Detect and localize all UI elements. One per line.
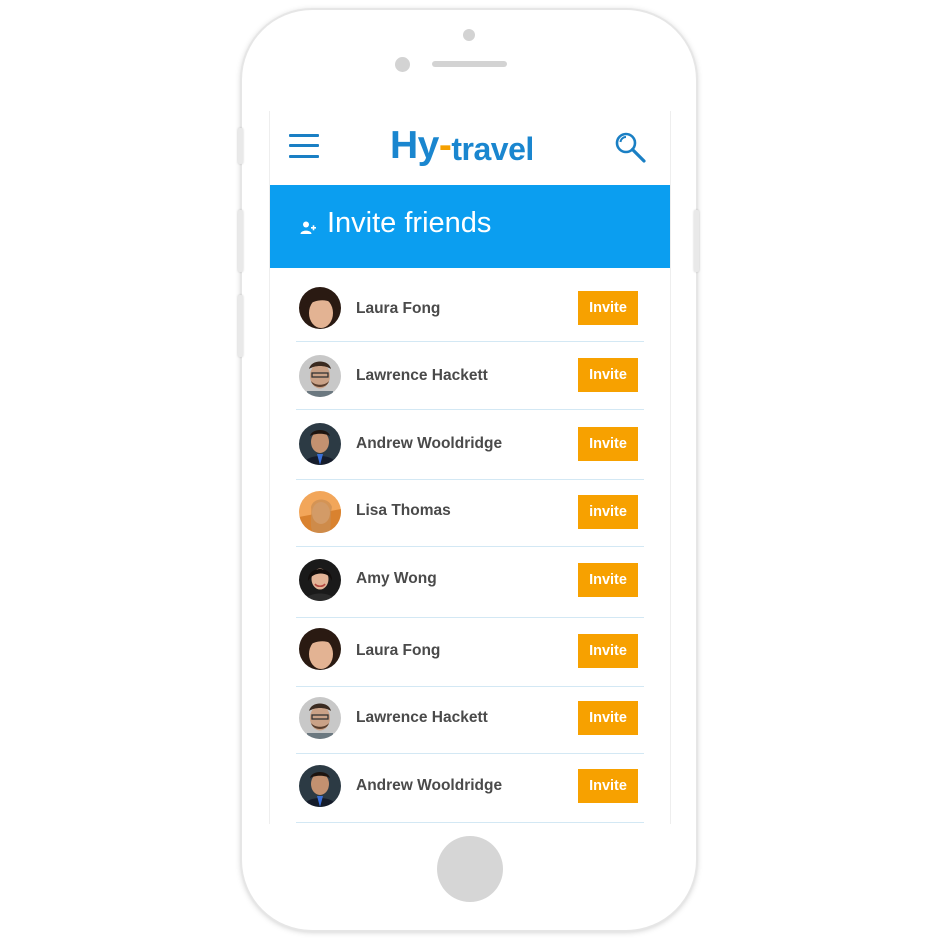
title-bar: Invite friends — [270, 185, 670, 268]
friend-name: Lisa Thomas — [356, 502, 451, 519]
phone-camera — [463, 29, 475, 41]
friend-name: Laura Fong — [356, 642, 441, 659]
friend-name: Andrew Wooldridge — [356, 777, 503, 794]
friend-name: Laura Fong — [356, 300, 441, 317]
logo-hy: Hy — [390, 124, 439, 167]
avatar — [299, 287, 341, 329]
avatar — [299, 697, 341, 739]
friend-row: Laura Fong Invite — [296, 618, 644, 687]
friend-row: Amy Wong Invite — [296, 547, 644, 618]
friend-name: Amy Wong — [356, 570, 437, 587]
invite-button[interactable]: invite — [578, 495, 638, 529]
invite-button[interactable]: Invite — [578, 634, 638, 668]
avatar — [299, 355, 341, 397]
phone-sensor — [395, 57, 410, 72]
friend-row: Andrew Wooldridge Invite — [296, 410, 644, 480]
phone-home-button[interactable] — [437, 836, 503, 902]
phone-speaker — [432, 61, 507, 67]
app-screen: Hy - travel Invite friends Laura Fong In… — [269, 111, 671, 824]
invite-button[interactable]: Invite — [578, 358, 638, 392]
friend-name: Lawrence Hackett — [356, 709, 488, 726]
phone-volume-up-button — [238, 210, 243, 272]
friend-row: Laura Fong Invite — [296, 268, 644, 342]
friend-row: Lawrence Hackett Invite — [296, 687, 644, 754]
logo-travel: travel — [451, 130, 534, 167]
avatar — [299, 423, 341, 465]
friend-row: Lisa Thomas invite — [296, 480, 644, 547]
invite-button[interactable]: Invite — [578, 769, 638, 803]
avatar — [299, 491, 341, 533]
friend-row: Lawrence Hackett Invite — [296, 342, 644, 410]
hy-travel-logo: Hy - travel — [390, 121, 552, 171]
phone-power-button — [694, 210, 699, 272]
avatar — [299, 559, 341, 601]
avatar — [299, 765, 341, 807]
logo-dash: - — [438, 124, 452, 167]
invite-button[interactable]: Invite — [578, 427, 638, 461]
friend-name: Andrew Wooldridge — [356, 435, 503, 452]
person-add-icon — [300, 220, 316, 236]
friend-name: Lawrence Hackett — [356, 367, 488, 384]
phone-mute-switch — [238, 128, 243, 164]
invite-button[interactable]: Invite — [578, 291, 638, 325]
avatar — [299, 628, 341, 670]
friend-row: Andrew Wooldridge Invite — [296, 754, 644, 823]
hamburger-menu-icon[interactable] — [289, 132, 319, 160]
invite-button[interactable]: Invite — [578, 563, 638, 597]
app-header: Hy - travel — [270, 111, 670, 185]
page-title: Invite friends — [327, 207, 492, 239]
invite-button[interactable]: Invite — [578, 701, 638, 735]
search-icon[interactable] — [611, 129, 649, 167]
phone-volume-down-button — [238, 295, 243, 357]
